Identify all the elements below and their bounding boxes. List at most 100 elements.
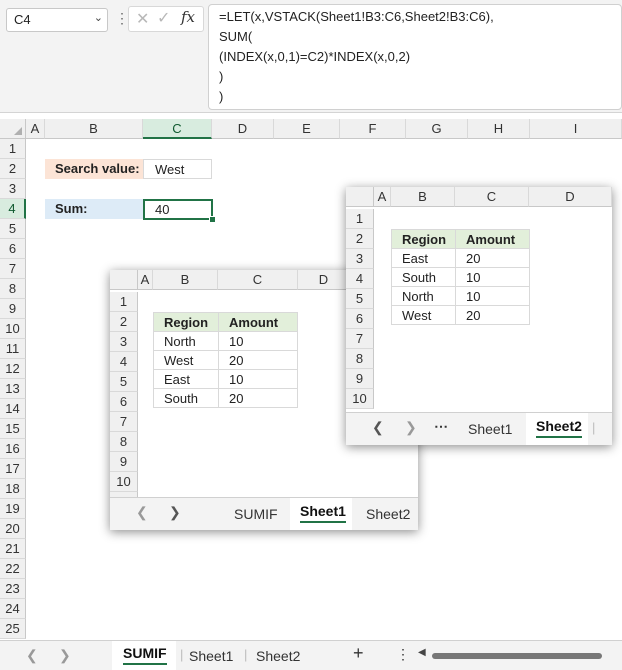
tab-sumif[interactable]: SUMIF: [234, 506, 278, 522]
row-header-21[interactable]: 21: [0, 539, 26, 559]
amount-cell[interactable]: 20: [218, 388, 298, 408]
header-region[interactable]: Region: [153, 312, 219, 332]
row-header-17[interactable]: 17: [0, 459, 26, 479]
column-header-c[interactable]: C: [143, 119, 212, 139]
row-header-2[interactable]: 2: [110, 312, 138, 332]
region-cell[interactable]: South: [153, 388, 219, 408]
column-header-b[interactable]: B: [45, 119, 143, 139]
fill-handle[interactable]: [209, 216, 216, 223]
scroll-left-icon[interactable]: ◀: [418, 647, 426, 658]
region-cell[interactable]: East: [391, 248, 456, 268]
column-header-a[interactable]: A: [374, 187, 391, 207]
column-header-c[interactable]: C: [218, 270, 298, 290]
tab-sheet1[interactable]: Sheet1: [189, 648, 233, 664]
search-value-label[interactable]: Search value:: [45, 159, 143, 179]
region-cell[interactable]: South: [391, 267, 456, 287]
region-cell[interactable]: East: [153, 369, 219, 389]
tab-sumif[interactable]: SUMIF: [123, 645, 167, 665]
row-header-7[interactable]: 7: [346, 329, 374, 349]
chevron-down-icon[interactable]: ⌄: [94, 11, 103, 24]
row-header-23[interactable]: 23: [0, 579, 26, 599]
select-all-corner[interactable]: [0, 119, 26, 139]
row-header-15[interactable]: 15: [0, 419, 26, 439]
row-header-6[interactable]: 6: [110, 392, 138, 412]
row-header-4[interactable]: 4: [346, 269, 374, 289]
row-header-10[interactable]: 10: [110, 472, 138, 492]
column-header-b[interactable]: B: [391, 187, 455, 207]
row-header-10[interactable]: 10: [346, 389, 374, 409]
column-header-d[interactable]: D: [529, 187, 612, 207]
chevron-right-icon[interactable]: ❯: [169, 504, 181, 521]
column-header-b[interactable]: B: [153, 270, 218, 290]
formula-input[interactable]: =LET(x,VSTACK(Sheet1!B3:C6,Sheet2!B3:C6)…: [208, 4, 622, 110]
row-header-24[interactable]: 24: [0, 599, 26, 619]
row-header-9[interactable]: 9: [110, 452, 138, 472]
row-header-7[interactable]: 7: [110, 412, 138, 432]
row-header-19[interactable]: 19: [0, 499, 26, 519]
row-header-9[interactable]: 9: [0, 299, 26, 319]
row-header-8[interactable]: 8: [0, 279, 26, 299]
amount-cell[interactable]: 10: [218, 331, 298, 351]
row-header-2[interactable]: 2: [0, 159, 26, 179]
amount-cell[interactable]: 10: [218, 369, 298, 389]
sum-label[interactable]: Sum:: [45, 199, 143, 219]
row-header-8[interactable]: 8: [110, 432, 138, 452]
row-header-1[interactable]: 1: [0, 139, 26, 159]
chevron-right-icon[interactable]: ❯: [405, 419, 417, 436]
row-header-6[interactable]: 6: [0, 239, 26, 259]
horizontal-scrollbar[interactable]: ◀: [418, 647, 614, 661]
row-header-25[interactable]: 25: [0, 619, 26, 639]
column-header-a[interactable]: A: [26, 119, 45, 139]
tab-sheet2[interactable]: Sheet2: [366, 506, 410, 522]
row-header-16[interactable]: 16: [0, 439, 26, 459]
row-header-5[interactable]: 5: [110, 372, 138, 392]
column-header-f[interactable]: F: [340, 119, 406, 139]
add-sheet-icon[interactable]: +: [353, 643, 364, 664]
row-header-11[interactable]: 11: [0, 339, 26, 359]
row-header-12[interactable]: 12: [0, 359, 26, 379]
column-header-e[interactable]: E: [274, 119, 340, 139]
tab-sheet2[interactable]: Sheet2: [256, 648, 300, 664]
row-header-4[interactable]: 4: [0, 199, 26, 219]
row-header-3[interactable]: 3: [110, 332, 138, 352]
column-header-d[interactable]: D: [298, 270, 350, 290]
more-sheets-icon[interactable]: ⋯: [434, 418, 448, 435]
region-cell[interactable]: West: [153, 350, 219, 370]
tab-sheet1[interactable]: Sheet1: [300, 503, 346, 523]
row-header-5[interactable]: 5: [0, 219, 26, 239]
row-header-3[interactable]: 3: [346, 249, 374, 269]
amount-cell[interactable]: 20: [455, 305, 530, 325]
row-header-6[interactable]: 6: [346, 309, 374, 329]
insert-function-icon[interactable]: fx: [181, 8, 195, 26]
row-header-20[interactable]: 20: [0, 519, 26, 539]
row-header-10[interactable]: 10: [0, 319, 26, 339]
amount-cell[interactable]: 10: [455, 267, 530, 287]
enter-icon[interactable]: ✓: [157, 8, 170, 28]
row-header-1[interactable]: 1: [346, 209, 374, 229]
region-cell[interactable]: North: [153, 331, 219, 351]
header-region[interactable]: Region: [391, 229, 456, 249]
column-header-g[interactable]: G: [406, 119, 468, 139]
row-header-18[interactable]: 18: [0, 479, 26, 499]
column-header-c[interactable]: C: [455, 187, 529, 207]
row-header-9[interactable]: 9: [346, 369, 374, 389]
amount-cell[interactable]: 20: [218, 350, 298, 370]
tab-sheet1[interactable]: Sheet1: [468, 421, 512, 437]
name-box[interactable]: C4 ⌄: [6, 8, 108, 32]
row-header-2[interactable]: 2: [346, 229, 374, 249]
row-header-4[interactable]: 4: [110, 352, 138, 372]
chevron-left-icon[interactable]: ❮: [372, 419, 384, 436]
column-header-h[interactable]: H: [468, 119, 530, 139]
column-header-d[interactable]: D: [212, 119, 274, 139]
chevron-left-icon[interactable]: ❮: [26, 647, 38, 664]
window-corner[interactable]: [110, 270, 138, 290]
more-options-icon[interactable]: ⋮: [396, 646, 410, 663]
header-amount[interactable]: Amount: [218, 312, 298, 332]
row-header-8[interactable]: 8: [346, 349, 374, 369]
amount-cell[interactable]: 20: [455, 248, 530, 268]
search-value-cell[interactable]: West: [143, 159, 212, 179]
row-header-5[interactable]: 5: [346, 289, 374, 309]
tab-sheet2[interactable]: Sheet2: [536, 418, 582, 438]
row-header-3[interactable]: 3: [0, 179, 26, 199]
row-header-14[interactable]: 14: [0, 399, 26, 419]
